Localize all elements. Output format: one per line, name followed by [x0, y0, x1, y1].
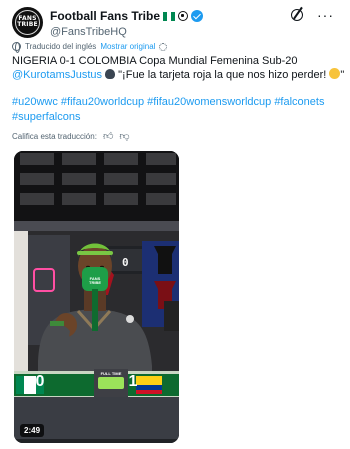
- tweet-header: FANS TRIBE Football Fans Tribe @FansTrib…: [12, 7, 338, 41]
- video-player[interactable]: 0 FANS TRIBE 0 FULL TIME 1 2:49: [14, 151, 179, 443]
- globe-icon: [12, 42, 21, 53]
- background-screen-digit: 0: [122, 256, 129, 269]
- rate-translation: Califica esta traducción: 👍︎ 👎︎: [12, 130, 130, 142]
- video-duration: 2:49: [20, 424, 45, 437]
- hashtags: #u20wwc #fifau20worldcup #fifau20womensw…: [12, 95, 342, 125]
- microphone-label: FANS TRIBE: [89, 276, 101, 285]
- smiling-face-icon: [329, 68, 341, 79]
- soccer-ball-icon: [178, 11, 189, 21]
- show-original-link[interactable]: Mostrar original: [100, 42, 155, 51]
- avatar[interactable]: FANS TRIBE: [12, 7, 43, 38]
- translation-notice: Traducido del inglés Mostrar original: [12, 42, 168, 53]
- tweet-actions-top: ···: [291, 8, 334, 22]
- full-time-label: FULL TIME: [100, 371, 122, 376]
- hashtags-line-2[interactable]: #superfalcons: [12, 110, 342, 125]
- tweet-quote: "¡Fue la tarjeta roja la que nos hizo pe…: [118, 69, 327, 81]
- nigeria-flag-icon: [163, 11, 176, 21]
- grok-icon[interactable]: [291, 9, 303, 21]
- more-icon[interactable]: ···: [317, 8, 334, 22]
- thumbs-up-icon[interactable]: 👍︎: [103, 130, 113, 142]
- tweet-line-1: NIGERIA 0-1 COLOMBIA Copa Mundial Femeni…: [12, 55, 298, 67]
- author-name-row: Football Fans Tribe: [50, 9, 204, 23]
- author-display-name[interactable]: Football Fans Tribe: [50, 9, 160, 23]
- video-frame: [14, 151, 179, 443]
- away-score: 1: [128, 373, 138, 390]
- thumbs-down-icon[interactable]: 👎︎: [119, 130, 129, 142]
- mention-link[interactable]: @KurotamsJustus: [12, 69, 102, 81]
- gear-icon[interactable]: [159, 42, 168, 51]
- home-score: 0: [35, 373, 45, 390]
- hashtags-line-1[interactable]: #u20wwc #fifau20worldcup #fifau20womensw…: [12, 95, 342, 110]
- tweet-text: NIGERIA 0-1 COLOMBIA Copa Mundial Femeni…: [12, 54, 345, 82]
- translation-notice-text: Traducido del inglés: [25, 42, 97, 51]
- verified-badge-icon[interactable]: [191, 10, 204, 22]
- rate-translation-text: Califica esta traducción:: [12, 131, 97, 141]
- author-handle[interactable]: @FansTribeHQ: [50, 26, 127, 38]
- tweet-quote-end: ": [340, 69, 345, 81]
- speaking-head-icon: [105, 69, 116, 79]
- tweet-line-2: @KurotamsJustus "¡Fue la tarjeta roja la…: [12, 68, 345, 82]
- avatar-logo-text: FANS TRIBE: [17, 15, 38, 28]
